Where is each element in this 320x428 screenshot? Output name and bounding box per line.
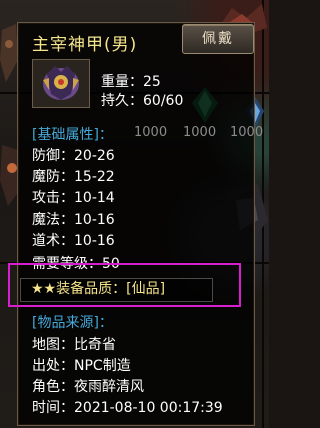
source-origin: 出处：NPC制造 <box>32 358 131 374</box>
background-number: 1000 <box>134 125 168 140</box>
stat-magic-defense: 魔防：15-22 <box>32 169 115 185</box>
armor-icon <box>43 66 79 100</box>
stat-taoism: 道术：10-16 <box>32 233 115 249</box>
stat-defense: 防御：20-26 <box>32 148 115 164</box>
source-time: 时间：2021-08-10 00:17:39 <box>32 400 223 416</box>
background-number: 1000 <box>230 125 264 140</box>
background-number: 1000 <box>183 125 217 140</box>
item-name: 主宰神甲(男) <box>32 35 138 55</box>
item-durability: 持久：60/60 <box>101 93 184 109</box>
equip-button[interactable]: 佩戴 <box>182 24 254 54</box>
item-weight: 重量：25 <box>101 74 161 90</box>
source-character: 角色：夜雨醉清风 <box>32 379 144 395</box>
stat-attack: 攻击：10-14 <box>32 190 115 206</box>
base-attributes-heading: [基础属性]： <box>32 127 113 143</box>
stat-magic: 魔法：10-16 <box>32 212 115 228</box>
item-quality: ★★装备品质：[仙品] <box>31 281 166 297</box>
item-source-heading: [物品来源]： <box>32 315 113 331</box>
item-icon-frame <box>32 59 90 108</box>
source-map: 地图：比奇省 <box>32 337 116 353</box>
